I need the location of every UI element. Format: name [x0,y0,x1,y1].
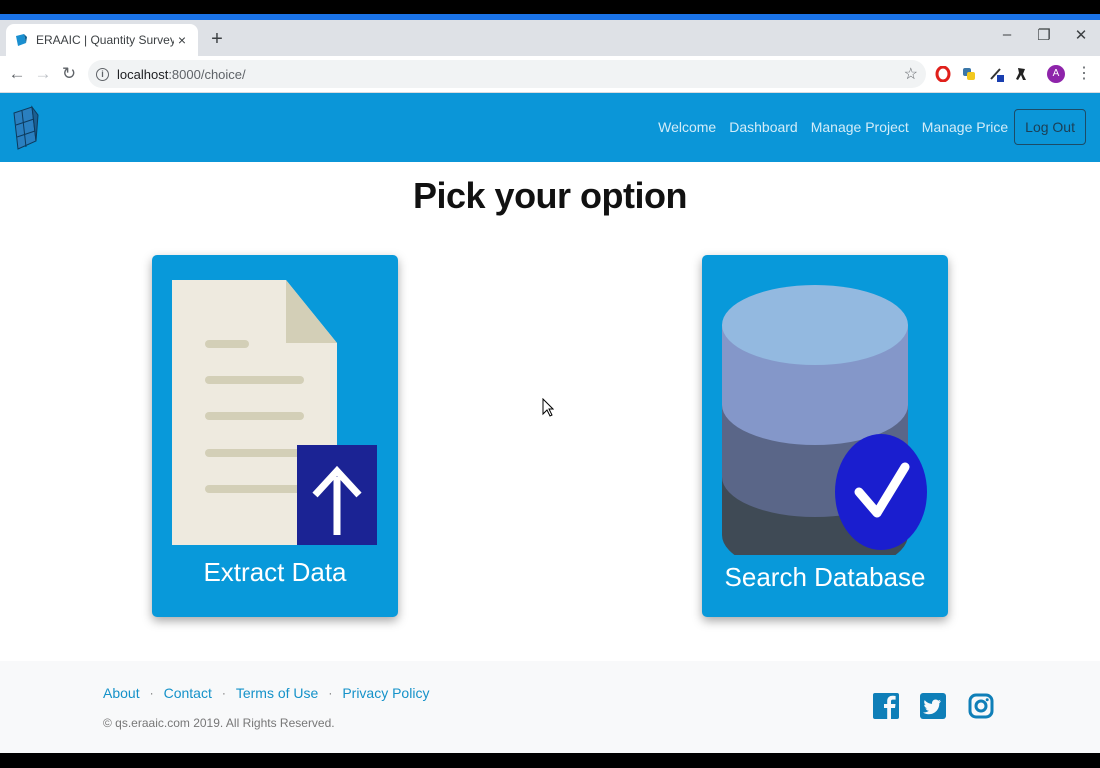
site-footer: About · Contact · Terms of Use · Privacy… [0,661,1100,753]
new-tab-button[interactable]: + [205,28,229,50]
url-host: localhost [117,66,169,82]
browser-toolbar: ← → ↻ i localhost:8000/choice/ ☆ A ⋮ [0,56,1100,93]
nav-manage-price[interactable]: Manage Price [922,119,1008,135]
extract-data-label: Extract Data [203,557,347,587]
footer-privacy-link[interactable]: Privacy Policy [342,685,429,701]
restore-button[interactable]: ❐ [1034,26,1054,44]
tab-strip: ERAAIC | Quantity Survey × + – ❐ ✕ [0,14,1100,56]
bookmark-star-icon[interactable]: ☆ [904,64,918,84]
site-info-icon[interactable]: i [96,67,109,81]
search-database-card[interactable]: Search Database [702,255,948,617]
runner-extension-icon[interactable] [1013,66,1029,82]
address-bar[interactable]: i localhost:8000/choice/ ☆ [88,60,926,88]
copyright-text: © qs.eraaic.com 2019. All Rights Reserve… [103,716,335,730]
bottom-black-bar [0,753,1100,768]
twitter-icon[interactable] [920,692,946,720]
opera-extension-icon[interactable] [935,66,951,82]
python-extension-icon[interactable] [961,66,977,82]
tab-title: ERAAIC | Quantity Survey [36,33,174,47]
browser-menu-icon[interactable]: ⋮ [1076,63,1092,83]
site-favicon-icon [16,34,27,46]
nav-manage-project[interactable]: Manage Project [811,119,909,135]
footer-terms-link[interactable]: Terms of Use [236,685,318,701]
footer-links: About · Contact · Terms of Use · Privacy… [103,685,429,701]
minimize-button[interactable]: – [997,26,1017,43]
web-page: Welcome Dashboard Manage Project Manage … [0,93,1100,753]
footer-separator: · [221,686,226,700]
nav-welcome[interactable]: Welcome [658,119,716,135]
footer-separator: · [328,686,333,700]
search-database-label: Search Database [724,562,926,592]
facebook-icon[interactable] [873,692,899,720]
footer-separator: · [149,686,154,700]
tab-close-icon[interactable]: × [174,32,190,48]
mouse-cursor-icon [542,398,554,417]
page-title: Pick your option [412,175,688,216]
instagram-icon[interactable] [968,692,994,720]
footer-about-link[interactable]: About [103,685,140,701]
eraaic-logo-icon[interactable] [10,105,40,151]
nav-links: Welcome Dashboard Manage Project Manage … [645,109,1086,145]
reload-icon[interactable]: ↻ [59,64,79,84]
database-check-icon [722,285,927,555]
pen-extension-icon[interactable] [988,66,1004,82]
forward-arrow-icon[interactable]: → [33,64,53,84]
site-navbar: Welcome Dashboard Manage Project Manage … [0,93,1100,162]
url-path: :8000/choice/ [168,66,246,82]
close-window-button[interactable]: ✕ [1071,26,1091,44]
extract-data-card[interactable]: Extract Data [152,255,398,617]
nav-dashboard[interactable]: Dashboard [729,119,798,135]
document-upload-icon [172,280,377,545]
browser-tab[interactable]: ERAAIC | Quantity Survey × [6,24,198,56]
logout-button[interactable]: Log Out [1014,109,1086,145]
profile-avatar[interactable]: A [1047,65,1065,83]
footer-contact-link[interactable]: Contact [164,685,212,701]
back-arrow-icon[interactable]: ← [7,64,27,84]
screen: ERAAIC | Quantity Survey × + – ❐ ✕ ← → ↻… [0,0,1100,768]
